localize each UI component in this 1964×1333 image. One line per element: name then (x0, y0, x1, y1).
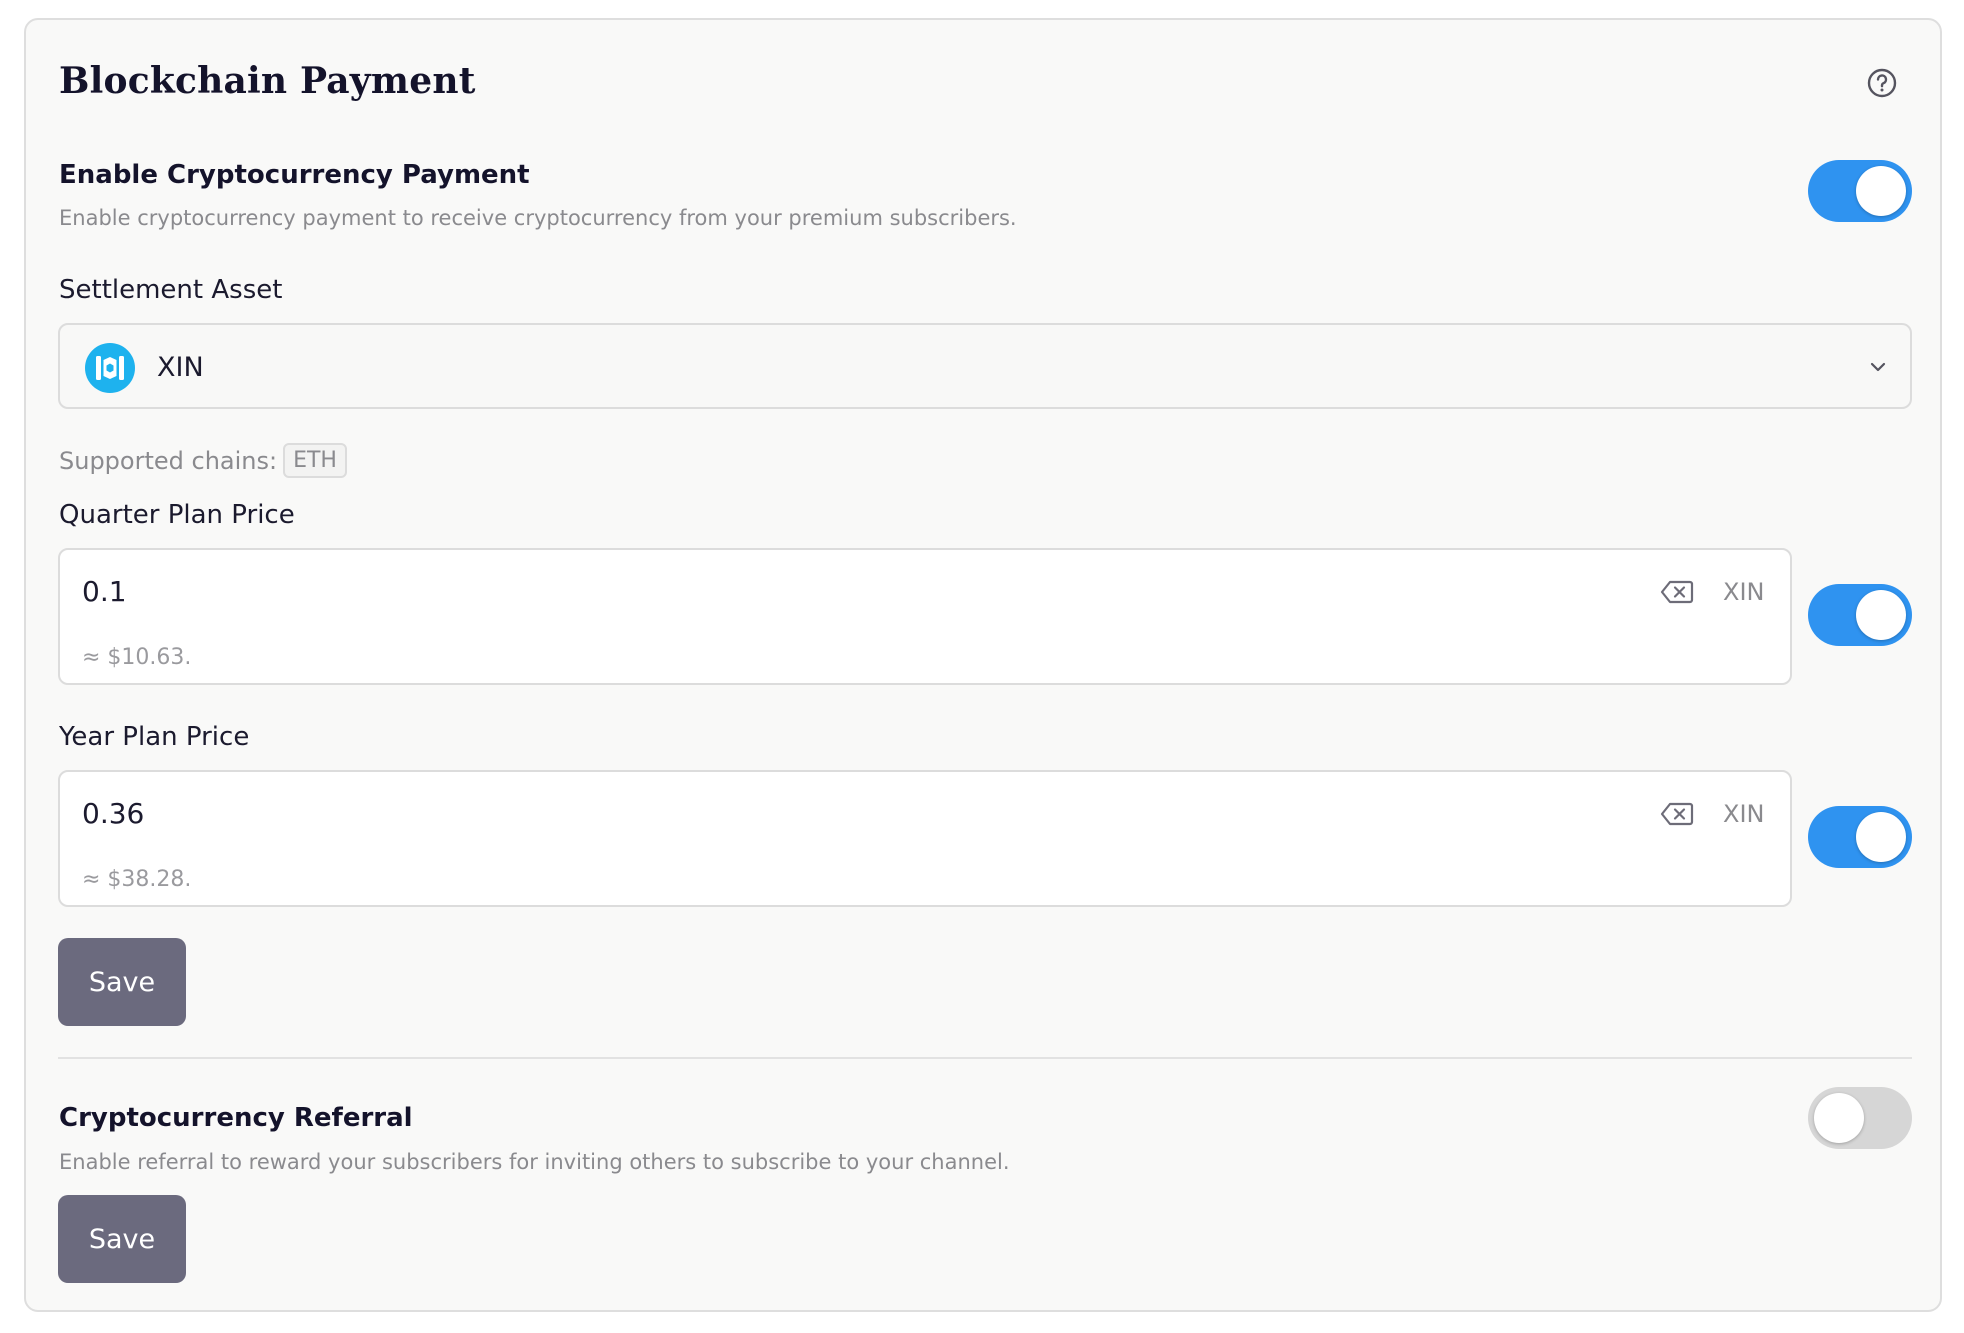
year-plan-unit: XIN (1723, 800, 1765, 828)
year-plan-approx-usd: ≈ $38.28. (82, 867, 192, 892)
toggle-knob (1856, 812, 1906, 862)
quarter-plan-price-input[interactable] (82, 570, 1582, 612)
referral-toggle[interactable] (1808, 1087, 1912, 1149)
referral-title: Cryptocurrency Referral (59, 1103, 413, 1133)
chain-chip-eth: ETH (283, 443, 347, 478)
card-title: Blockchain Payment (59, 60, 476, 102)
year-plan-price-input[interactable] (82, 792, 1582, 834)
year-plan-label: Year Plan Price (59, 722, 250, 752)
settlement-asset-label: Settlement Asset (59, 275, 283, 305)
backspace-clear-icon[interactable] (1660, 800, 1694, 828)
quarter-plan-unit: XIN (1723, 578, 1765, 606)
year-plan-price-box: XIN ≈ $38.28. (58, 770, 1792, 907)
section-divider (58, 1057, 1912, 1059)
selected-asset-name: XIN (157, 352, 204, 383)
year-plan-toggle[interactable] (1808, 806, 1912, 868)
quarter-plan-label: Quarter Plan Price (59, 500, 295, 530)
question-circle-icon[interactable] (1864, 65, 1900, 101)
referral-description: Enable referral to reward your subscribe… (59, 1150, 1010, 1174)
supported-chains-label: Supported chains: (59, 446, 278, 475)
blockchain-payment-card: Blockchain Payment Enable Cryptocurrency… (24, 18, 1942, 1312)
quarter-plan-approx-usd: ≈ $10.63. (82, 645, 192, 670)
toggle-knob (1856, 166, 1906, 216)
quarter-plan-price-box: XIN ≈ $10.63. (58, 548, 1792, 685)
mixin-logo-icon (85, 343, 135, 393)
chevron-down-icon (1870, 362, 1886, 372)
quarter-plan-toggle[interactable] (1808, 584, 1912, 646)
referral-save-button[interactable]: Save (58, 1195, 186, 1283)
toggle-knob (1856, 590, 1906, 640)
enable-crypto-description: Enable cryptocurrency payment to receive… (59, 206, 1017, 230)
enable-crypto-title: Enable Cryptocurrency Payment (59, 160, 530, 190)
toggle-knob (1814, 1093, 1864, 1143)
backspace-clear-icon[interactable] (1660, 578, 1694, 606)
supported-chains: Supported chains: ETH (59, 443, 347, 478)
save-button[interactable]: Save (58, 938, 186, 1026)
enable-crypto-toggle[interactable] (1808, 160, 1912, 222)
settlement-asset-select[interactable]: XIN (58, 323, 1912, 409)
